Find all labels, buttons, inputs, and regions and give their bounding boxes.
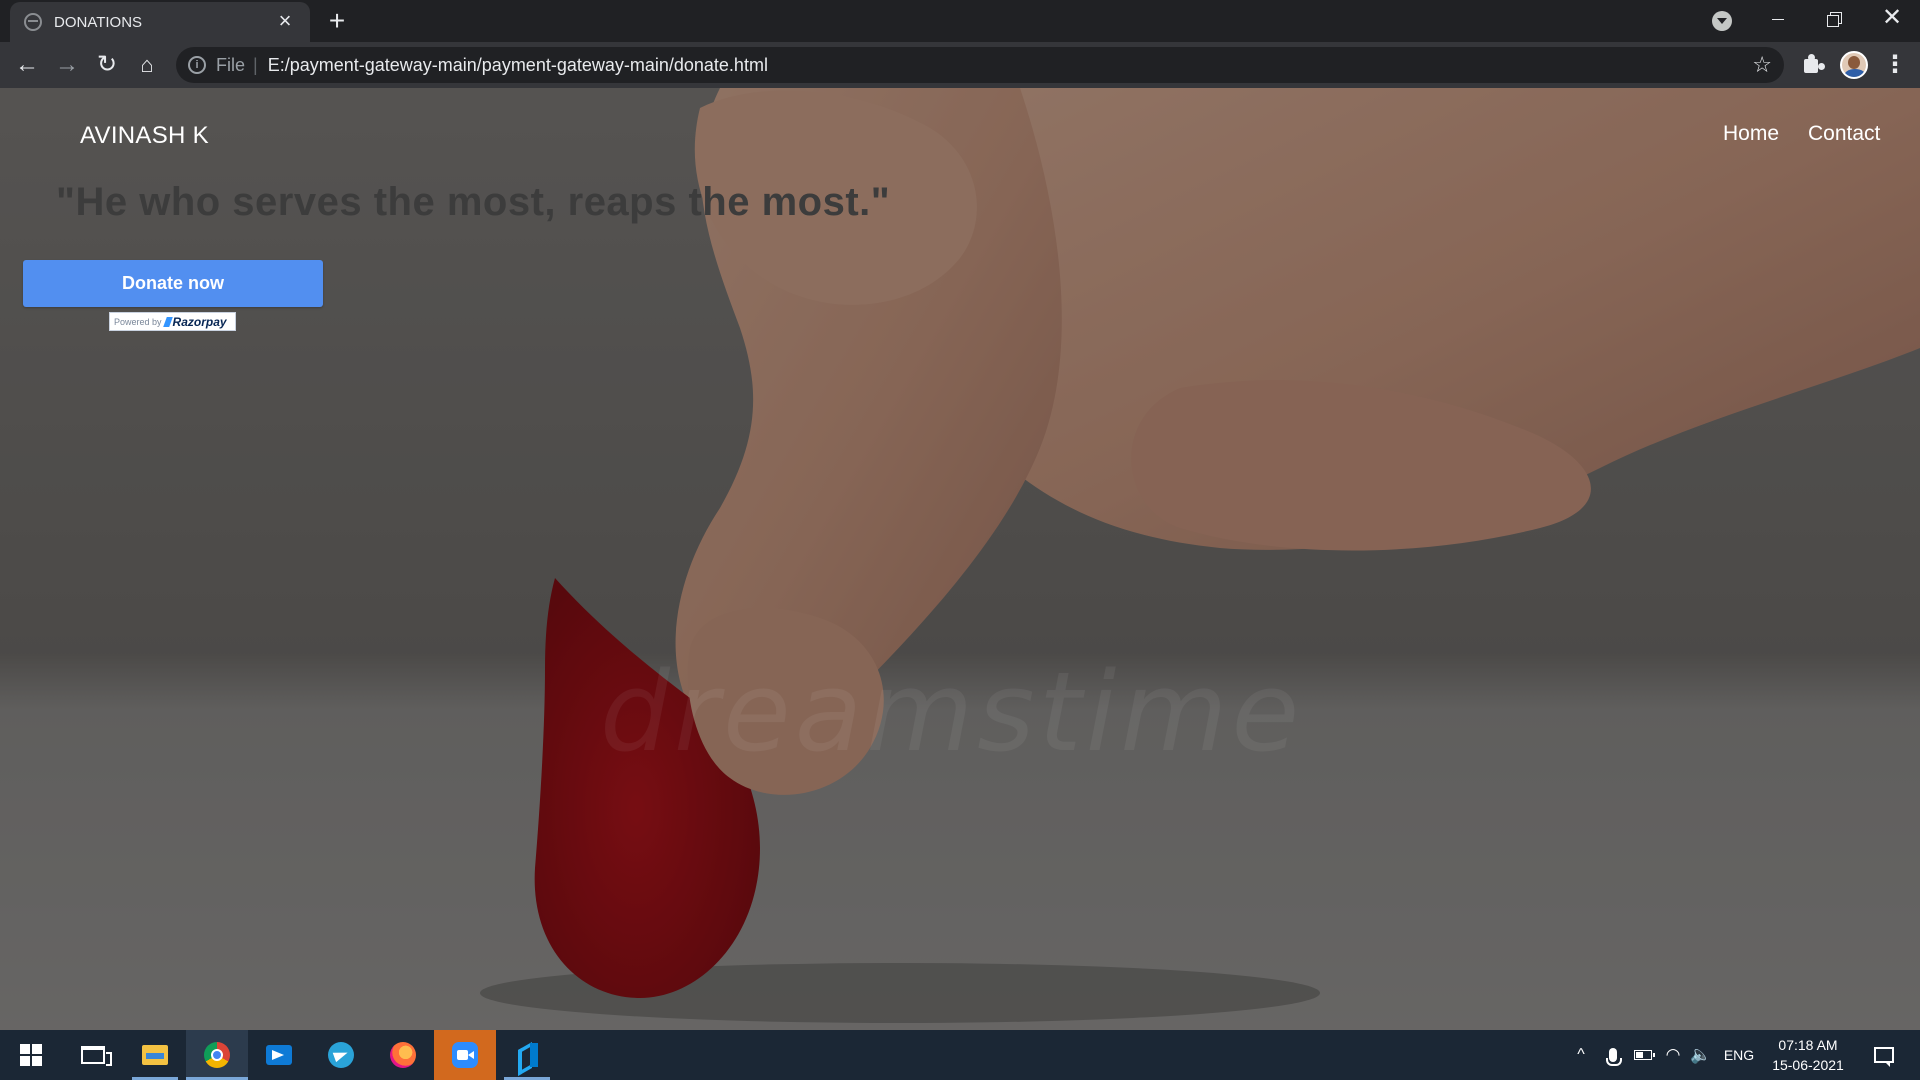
taskbar-chrome[interactable] xyxy=(186,1030,248,1080)
close-window-button[interactable]: ✕ xyxy=(1864,0,1920,38)
taskbar-vscode[interactable] xyxy=(496,1030,558,1080)
address-scheme-label: File xyxy=(216,54,246,75)
taskbar-firefox[interactable] xyxy=(372,1030,434,1080)
hero-quote: "He who serves the most, reaps the most.… xyxy=(56,180,891,224)
language-indicator[interactable]: ENG xyxy=(1722,1030,1756,1080)
vscode-icon xyxy=(514,1042,540,1068)
tab-close-icon[interactable]: × xyxy=(274,10,296,33)
start-button[interactable] xyxy=(0,1030,62,1080)
wifi-icon[interactable]: ◠ xyxy=(1660,1030,1686,1080)
taskbar-telegram[interactable] xyxy=(310,1030,372,1080)
new-tab-button[interactable]: + xyxy=(322,7,352,37)
site-brand[interactable]: AVINASH K xyxy=(80,122,209,150)
microphone-icon[interactable] xyxy=(1600,1030,1626,1080)
volume-icon[interactable]: 🔈 xyxy=(1688,1030,1714,1080)
task-view-icon xyxy=(81,1046,112,1066)
windows-taskbar: ^ ◠ 🔈 ENG 07:18 AM 15-06-2021 xyxy=(0,1030,1920,1080)
notification-center-icon[interactable] xyxy=(1864,1030,1904,1080)
profile-avatar[interactable] xyxy=(1840,51,1868,79)
home-icon[interactable]: ⌂ xyxy=(132,50,162,80)
chrome-icon xyxy=(204,1042,230,1068)
show-hidden-icons-chevron-icon[interactable]: ^ xyxy=(1568,1030,1594,1080)
nav-home-link[interactable]: Home xyxy=(1723,122,1779,146)
address-bar[interactable]: i File | E:/payment-gateway-main/payment… xyxy=(176,47,1784,83)
task-view-button[interactable] xyxy=(62,1030,124,1080)
browser-tab-strip: DONATIONS × + ✕ xyxy=(0,0,1920,42)
tab-search-icon[interactable] xyxy=(1712,11,1732,31)
globe-icon xyxy=(24,13,42,31)
restore-button[interactable] xyxy=(1806,0,1862,38)
system-clock[interactable]: 07:18 AM 15-06-2021 xyxy=(1762,1030,1854,1080)
taskbar-file-explorer[interactable] xyxy=(124,1030,186,1080)
zoom-icon xyxy=(452,1042,478,1068)
watermark-text: dreamstime xyxy=(600,648,1304,776)
clock-date: 15-06-2021 xyxy=(1772,1057,1844,1073)
windows-logo-icon xyxy=(20,1044,42,1066)
address-url[interactable]: E:/payment-gateway-main/payment-gateway-… xyxy=(268,55,768,76)
bookmark-star-icon[interactable]: ☆ xyxy=(1752,52,1772,78)
nav-contact-link[interactable]: Contact xyxy=(1808,122,1880,146)
firefox-icon xyxy=(390,1042,416,1068)
razorpay-powered-by-text: Powered by xyxy=(114,316,162,327)
taskbar-zoom[interactable] xyxy=(434,1030,496,1080)
razorpay-logo: Razorpay xyxy=(165,315,227,329)
browser-menu-icon[interactable]: ⋮ xyxy=(1880,50,1910,80)
file-explorer-icon xyxy=(142,1045,168,1065)
taskbar-remote-desktop[interactable] xyxy=(248,1030,310,1080)
donate-page: dreamstime AVINASH K Home Contact "He wh… xyxy=(0,88,1920,1030)
minimize-button[interactable] xyxy=(1750,0,1806,38)
browser-tab[interactable]: DONATIONS × xyxy=(10,2,310,42)
address-separator: | xyxy=(253,54,258,75)
dark-overlay xyxy=(0,88,1920,1030)
clock-time: 07:18 AM xyxy=(1778,1037,1838,1053)
donate-now-button[interactable]: Donate now xyxy=(23,260,323,307)
extensions-puzzle-icon[interactable] xyxy=(1798,50,1828,80)
reload-icon[interactable]: ↻ xyxy=(92,50,122,80)
info-icon[interactable]: i xyxy=(188,56,206,74)
back-arrow-icon[interactable]: ← xyxy=(12,50,42,80)
browser-toolbar: ← → ↻ ⌂ i File | E:/payment-gateway-main… xyxy=(0,42,1920,88)
remote-desktop-icon xyxy=(266,1045,292,1065)
telegram-icon xyxy=(328,1042,354,1068)
razorpay-badge[interactable]: Powered by Razorpay xyxy=(109,312,236,331)
forward-arrow-icon[interactable]: → xyxy=(52,50,82,80)
battery-icon[interactable] xyxy=(1630,1030,1656,1080)
tab-title: DONATIONS xyxy=(54,13,143,31)
